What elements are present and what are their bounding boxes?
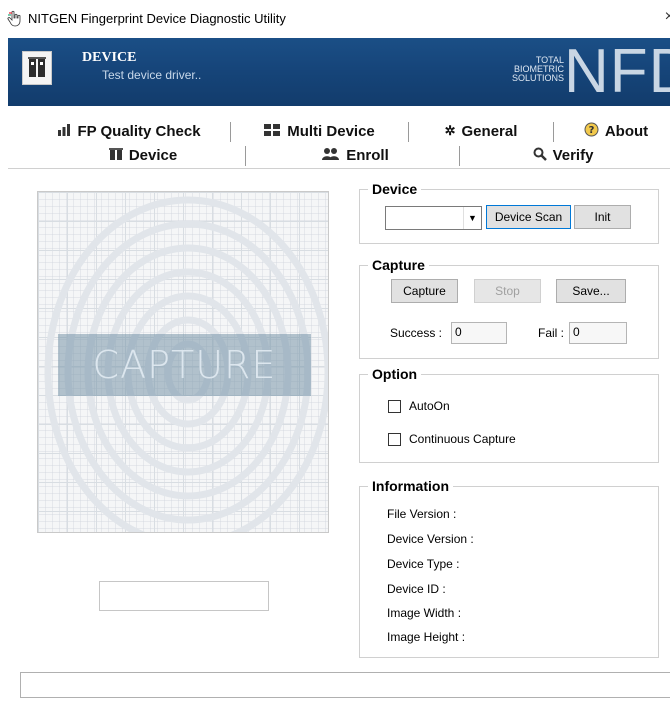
- autoon-label[interactable]: AutoOn: [409, 399, 450, 413]
- svg-text:?: ?: [588, 125, 594, 136]
- save-button[interactable]: Save...: [556, 279, 626, 303]
- image-width-label: Image Width :: [387, 606, 462, 620]
- fail-label: Fail :: [538, 326, 565, 340]
- brand-tagline: TOTAL BIOMETRIC SOLUTIONS: [512, 56, 564, 83]
- device-icon: [108, 147, 123, 164]
- tab-strip-bottom: Device Enroll Verify: [8, 144, 670, 168]
- init-button[interactable]: Init: [574, 205, 631, 229]
- success-count-field: 0: [451, 322, 507, 344]
- device-version-label: Device Version :: [387, 532, 474, 546]
- capture-overlay-label: CAPTURE: [58, 334, 311, 396]
- tab-about[interactable]: ? About: [568, 120, 664, 142]
- tab-multi-device[interactable]: Multi Device: [248, 120, 390, 142]
- autoon-checkbox[interactable]: [388, 400, 401, 413]
- tab-label: General: [461, 122, 518, 140]
- tab-divider: [408, 122, 409, 142]
- continuous-capture-checkbox[interactable]: [388, 433, 401, 446]
- brand-logo: NFD: [564, 38, 670, 106]
- brand-tagline-line: SOLUTIONS: [512, 73, 565, 83]
- tab-label: Device: [128, 146, 178, 164]
- fingerprint-image-area: CAPTURE: [37, 191, 329, 533]
- tab-divider: [230, 122, 231, 142]
- tab-strip-top: FP Quality Check Multi Device ✲ General …: [8, 120, 670, 142]
- tab-label: About: [604, 122, 649, 140]
- fail-count-field: 0: [569, 322, 627, 344]
- multi-device-icon: [263, 123, 281, 140]
- banner-title: DEVICE: [82, 50, 137, 65]
- window-title: NITGEN Fingerprint Device Diagnostic Uti…: [28, 11, 286, 26]
- help-icon: ?: [584, 122, 599, 140]
- option-group-legend: Option: [372, 366, 418, 382]
- device-type-label: Device Type :: [387, 557, 460, 571]
- tab-label: Multi Device: [287, 122, 375, 140]
- image-info-field: [99, 581, 269, 611]
- magnifier-icon: [533, 147, 547, 164]
- device-id-label: Device ID :: [387, 582, 446, 596]
- success-label: Success :: [390, 326, 443, 340]
- gear-icon: ✲: [444, 123, 456, 138]
- tab-verify[interactable]: Verify: [468, 144, 658, 166]
- capture-button[interactable]: Capture: [391, 279, 458, 303]
- capture-group-legend: Capture: [372, 257, 425, 273]
- tab-label: Enroll: [346, 146, 389, 164]
- tab-general[interactable]: ✲ General: [426, 120, 536, 142]
- option-group: Option: [359, 366, 659, 463]
- tab-divider: [245, 146, 246, 166]
- file-version-label: File Version :: [387, 507, 457, 521]
- chevron-down-icon[interactable]: ▼: [463, 207, 481, 229]
- title-bar: NITGEN Fingerprint Device Diagnostic Uti…: [0, 0, 670, 38]
- tab-fp-quality-check[interactable]: FP Quality Check: [44, 120, 214, 142]
- tab-label: Verify: [552, 146, 594, 164]
- tab-label: FP Quality Check: [77, 122, 201, 140]
- stop-button[interactable]: Stop: [474, 279, 541, 303]
- tab-enroll[interactable]: Enroll: [253, 144, 458, 166]
- continuous-capture-label[interactable]: Continuous Capture: [409, 432, 516, 446]
- information-group-legend: Information: [372, 478, 449, 494]
- device-tools-icon: [22, 51, 52, 85]
- tab-divider: [553, 122, 554, 142]
- bar-chart-icon: [57, 123, 71, 139]
- status-bar: [20, 672, 670, 698]
- device-group-legend: Device: [372, 181, 418, 197]
- header-banner: DEVICE Test device driver.. TOTAL BIOMET…: [8, 38, 670, 106]
- users-icon: [322, 147, 340, 164]
- tab-divider: [459, 146, 460, 166]
- device-select[interactable]: ▼: [385, 206, 482, 230]
- banner-subtitle: Test device driver..: [102, 68, 202, 82]
- close-icon[interactable]: ×: [665, 8, 670, 26]
- hand-pointer-icon: [6, 10, 24, 28]
- tab-device[interactable]: Device: [48, 144, 238, 166]
- image-height-label: Image Height :: [387, 630, 466, 644]
- device-scan-button[interactable]: Device Scan: [486, 205, 571, 229]
